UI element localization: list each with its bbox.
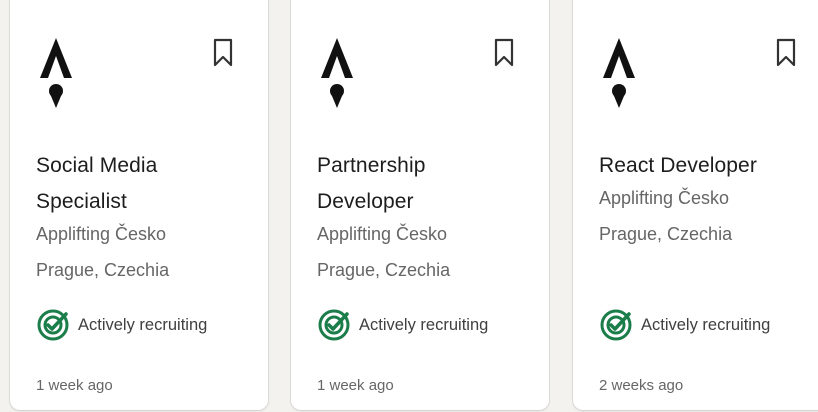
job-location: Prague, Czechia <box>36 260 170 280</box>
job-title-line: Specialist <box>36 190 127 213</box>
recruiting-badge-text: Actively recruiting <box>641 315 771 334</box>
recruiting-badge: Actively recruiting <box>36 308 207 342</box>
posted-time: 1 week ago <box>317 377 394 394</box>
job-cards-strip: Social Media Specialist Applifting Česko… <box>0 0 818 412</box>
job-card[interactable]: Partnership Developer Applifting Česko P… <box>291 0 549 410</box>
job-title-line: Social Media <box>36 154 158 177</box>
job-title-line: Partnership <box>317 154 426 177</box>
job-title[interactable]: Partnership Developer <box>317 148 527 220</box>
job-location: Prague, Czechia <box>599 224 733 244</box>
company-logo-icon <box>321 38 353 108</box>
recruiting-badge-text: Actively recruiting <box>359 315 489 334</box>
recruiting-badge-text: Actively recruiting <box>78 315 208 334</box>
job-card[interactable]: Social Media Specialist Applifting Česko… <box>10 0 268 410</box>
bookmark-icon[interactable] <box>212 38 234 68</box>
target-check-icon <box>37 309 69 341</box>
company-logo-icon <box>603 38 635 108</box>
recruiting-badge: Actively recruiting <box>317 308 488 342</box>
job-card[interactable]: React Developer Applifting Česko Prague,… <box>573 0 818 410</box>
company-name: Applifting Česko <box>36 224 167 244</box>
job-title-line: React Developer <box>599 154 757 177</box>
target-check-icon <box>318 309 350 341</box>
bookmark-icon[interactable] <box>493 38 515 68</box>
recruiting-badge: Actively recruiting <box>599 308 770 342</box>
bookmark-icon[interactable] <box>775 38 797 68</box>
job-title[interactable]: Social Media Specialist <box>36 148 246 220</box>
job-title-line: Developer <box>317 190 414 213</box>
company-name: Applifting Česko <box>317 224 448 244</box>
posted-time: 2 weeks ago <box>599 377 684 394</box>
job-location: Prague, Czechia <box>317 260 451 280</box>
job-title[interactable]: React Developer <box>599 148 809 184</box>
company-name: Applifting Česko <box>599 188 730 208</box>
company-logo-icon <box>40 38 72 108</box>
posted-time: 1 week ago <box>36 377 113 394</box>
target-check-icon <box>600 309 632 341</box>
